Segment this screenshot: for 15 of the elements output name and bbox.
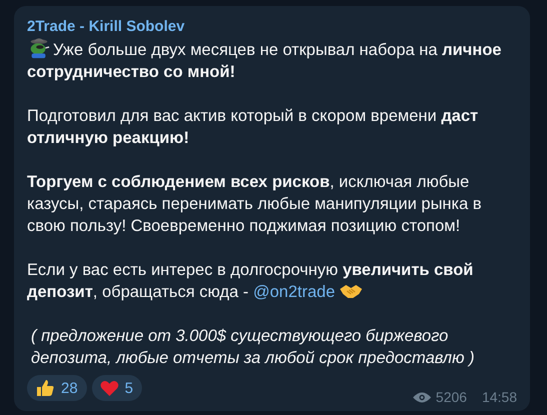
username-link[interactable]: @on2trade	[253, 283, 335, 301]
handshake-emoji-icon	[339, 283, 363, 299]
reaction-button[interactable]: 5	[92, 375, 142, 401]
message-text: ( предложение от 3.000$ существующего биржевого депозита, любые отчеты за любой срок предоставлю )	[30, 326, 476, 369]
message-time: 14:58	[482, 389, 517, 405]
thumbs-up-icon	[35, 378, 55, 398]
heart-icon	[100, 380, 119, 396]
views-eye-icon	[412, 392, 431, 402]
message-text: Подготовил для вас актив который в скором времени даст отличную реакцию!	[27, 106, 480, 149]
message-text: Уже больше двух месяцев не открывал набора на личное сотрудничество со мной!	[27, 37, 517, 83]
message-text: Торгуем с соблюдением всех рисков, исключая любые казусы, стараясь перенимать любые манипуляции рынка в свою пользу! Своевременно поджимая позицию стопом!	[27, 172, 483, 237]
author-name[interactable]: 2Trade - Kirill Sobolev	[27, 17, 185, 37]
message-text: Если у вас есть интерес в долгосрочную увеличить свой депозит, обращаться сюда - @on2trade	[27, 260, 474, 303]
reaction-button[interactable]: 28	[27, 375, 87, 401]
view-count: 5206	[436, 389, 467, 405]
